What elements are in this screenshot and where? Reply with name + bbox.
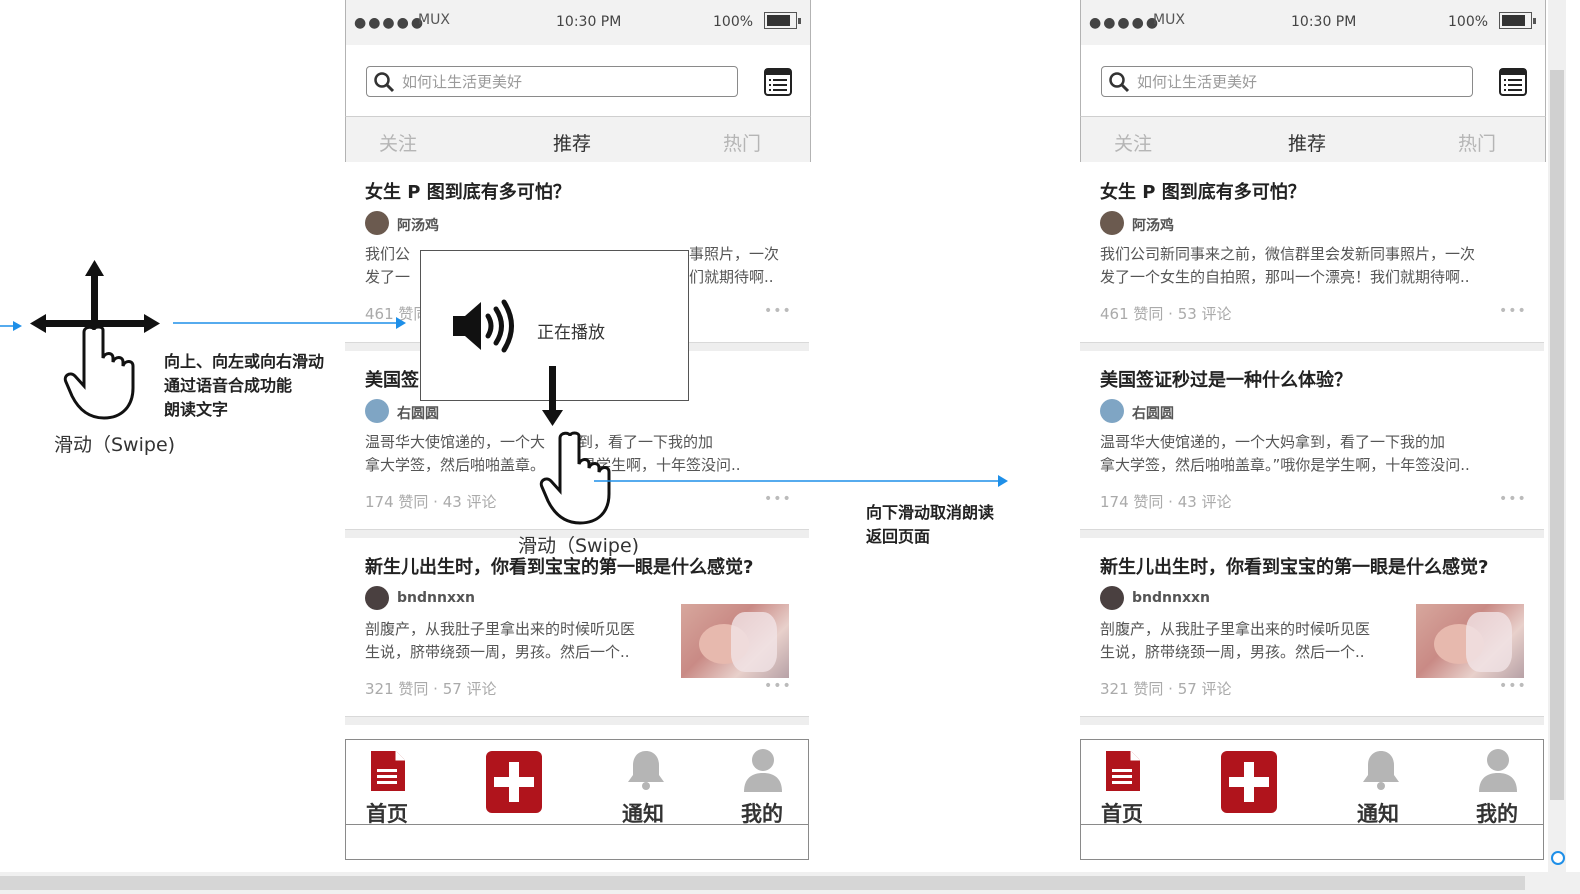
tab-follow[interactable]: 关注 [379,129,417,156]
card-divider [1080,716,1544,725]
nav-divider [1081,824,1543,825]
avatar[interactable] [1100,586,1124,610]
author-name[interactable]: 右圆圆 [1132,403,1174,423]
search-box[interactable] [366,66,738,97]
card-meta: 174 赞同 · 43 评论 [1100,493,1232,511]
search-box[interactable] [1101,66,1473,97]
tab-follow[interactable]: 关注 [1114,129,1152,156]
tab-recommend[interactable]: 推荐 [553,129,591,156]
search-icon [374,72,395,93]
tab-recommend[interactable]: 推荐 [1288,129,1326,156]
author-name[interactable]: bndnnxxn [1132,590,1210,606]
bottom-nav: 首页 通知 我的 [1080,739,1544,860]
more-icon[interactable]: ••• [1499,491,1527,507]
battery-percent: 100% [713,14,754,30]
profile-user-icon[interactable] [1478,748,1518,794]
avatar[interactable] [1100,399,1124,423]
card-divider [1080,529,1544,538]
card-excerpt: 剖腹产，从我肚子里拿出来的时候听见医 生说，脐带绕颈一周，男孩。然后一个.. [1100,620,1371,661]
horizontal-scroll-thumb[interactable] [0,876,1525,890]
more-icon[interactable]: ••• [764,303,792,319]
feed-tabs: 关注 推荐 热门 [1080,117,1546,162]
card-excerpt: 温哥华大使馆递的，一个大妈拿到，看了一下我的加 拿大学签，然后啪啪盖章。”哦你是… [1100,433,1470,474]
card-excerpt: 剖腹产，从我肚子里拿出来的时候听见医 生说，脐带绕颈一周，男孩。然后一个.. [365,620,636,661]
card-meta: 321 赞同 · 57 评论 [1100,680,1232,698]
gesture-annotation-left: 向上、向左或向右滑动 通过语音合成功能 朗读文字 [164,352,325,419]
card-title[interactable]: 女生 P 图到底有多可怕？ [1100,178,1306,204]
search-header [345,45,811,117]
profile-user-icon[interactable] [743,748,783,794]
card-meta: 461 赞同 · 53 评论 [1100,305,1232,323]
list-menu-icon[interactable] [764,68,792,96]
avatar[interactable] [365,586,389,610]
baby-photo-thumbnail[interactable] [681,604,789,678]
playing-status-text: 正在播放 [537,323,605,343]
speaker-volume-icon [453,299,514,353]
feed-card[interactable]: 新生儿出生时，你看到宝宝的第一眼是什么感觉? bndnnxxn 剖腹产，从我肚子… [345,538,809,718]
tab-hot[interactable]: 热门 [723,129,761,156]
more-icon[interactable]: ••• [1499,678,1527,694]
signal-dots-icon: ●●●●● [1089,15,1161,31]
card-title[interactable]: 女生 P 图到底有多可怕？ [365,178,571,204]
card-meta: 321 赞同 · 57 评论 [365,680,497,698]
battery-icon [1499,12,1536,29]
feed-tabs: 关注 推荐 热门 [345,117,811,162]
card-excerpt: 我们公司新同事来之前，微信群里会发新同事照片，一次 发了一个女生的自拍照，那叫一… [1100,245,1476,286]
card-meta: 174 赞同 · 43 评论 [365,493,497,511]
card-divider [1080,342,1544,351]
scroll-knob-icon[interactable] [1550,846,1566,866]
clock: 10:30 PM [556,14,622,30]
bottom-nav: 首页 通知 我的 [345,739,809,860]
tab-hot[interactable]: 热门 [1458,129,1496,156]
add-plus-icon[interactable] [1221,751,1277,813]
home-document-icon[interactable] [368,749,408,793]
author-name[interactable]: 阿汤鸡 [397,215,439,235]
signal-dots-icon: ●●●●● [354,15,426,31]
search-input[interactable] [400,70,724,94]
status-bar: ●●●●● MUX 10:30 PM 100% [1080,0,1546,46]
home-document-icon[interactable] [1103,749,1143,793]
search-icon [1109,72,1130,93]
author-name[interactable]: 阿汤鸡 [1132,215,1174,235]
carrier-label: MUX [1153,12,1185,28]
status-bar: ●●●●● MUX 10:30 PM 100% [345,0,811,46]
battery-percent: 100% [1448,14,1489,30]
search-input[interactable] [1135,70,1459,94]
carrier-label: MUX [418,12,450,28]
horizontal-scrollbar[interactable] [0,872,1580,894]
swipe-label-left: 滑动（Swipe) [54,434,176,456]
card-title[interactable]: 美国签证秒过是一种什么体验？ [1100,366,1352,392]
gesture-annotation-right: 向下滑动取消朗读 返回页面 [866,503,995,546]
notification-bell-icon[interactable] [624,748,668,792]
battery-icon [764,12,801,29]
notification-bell-icon[interactable] [1359,748,1403,792]
add-plus-icon[interactable] [486,751,542,813]
baby-photo-thumbnail[interactable] [1416,604,1524,678]
nav-divider [346,824,808,825]
card-divider [345,716,809,725]
swipe-label-middle: 滑动（Swipe) [518,535,640,557]
list-menu-icon[interactable] [1499,68,1527,96]
vertical-scroll-thumb[interactable] [1550,70,1564,800]
vertical-scrollbar[interactable] [1548,0,1566,872]
search-header [1080,45,1546,117]
avatar[interactable] [365,211,389,235]
feed-card[interactable]: 美国签证秒过是一种什么体验？ 右圆圆 温哥华大使馆递的，一个大妈拿到，看了一下我… [1080,351,1544,531]
card-title[interactable]: 新生儿出生时，你看到宝宝的第一眼是什么感觉? [1100,553,1488,579]
avatar[interactable] [1100,211,1124,235]
more-icon[interactable]: ••• [1499,303,1527,319]
more-icon[interactable]: ••• [764,678,792,694]
author-name[interactable]: bndnnxxn [397,590,475,606]
feed-card[interactable]: 新生儿出生时，你看到宝宝的第一眼是什么感觉? bndnnxxn 剖腹产，从我肚子… [1080,538,1544,718]
feed-card[interactable]: 女生 P 图到底有多可怕？ 阿汤鸡 我们公司新同事来之前，微信群里会发新同事照片… [1080,163,1544,343]
phone-mockup-right: ●●●●● MUX 10:30 PM 100% 关注 推荐 热门 女生 P 图到… [1080,0,1546,862]
clock: 10:30 PM [1291,14,1357,30]
